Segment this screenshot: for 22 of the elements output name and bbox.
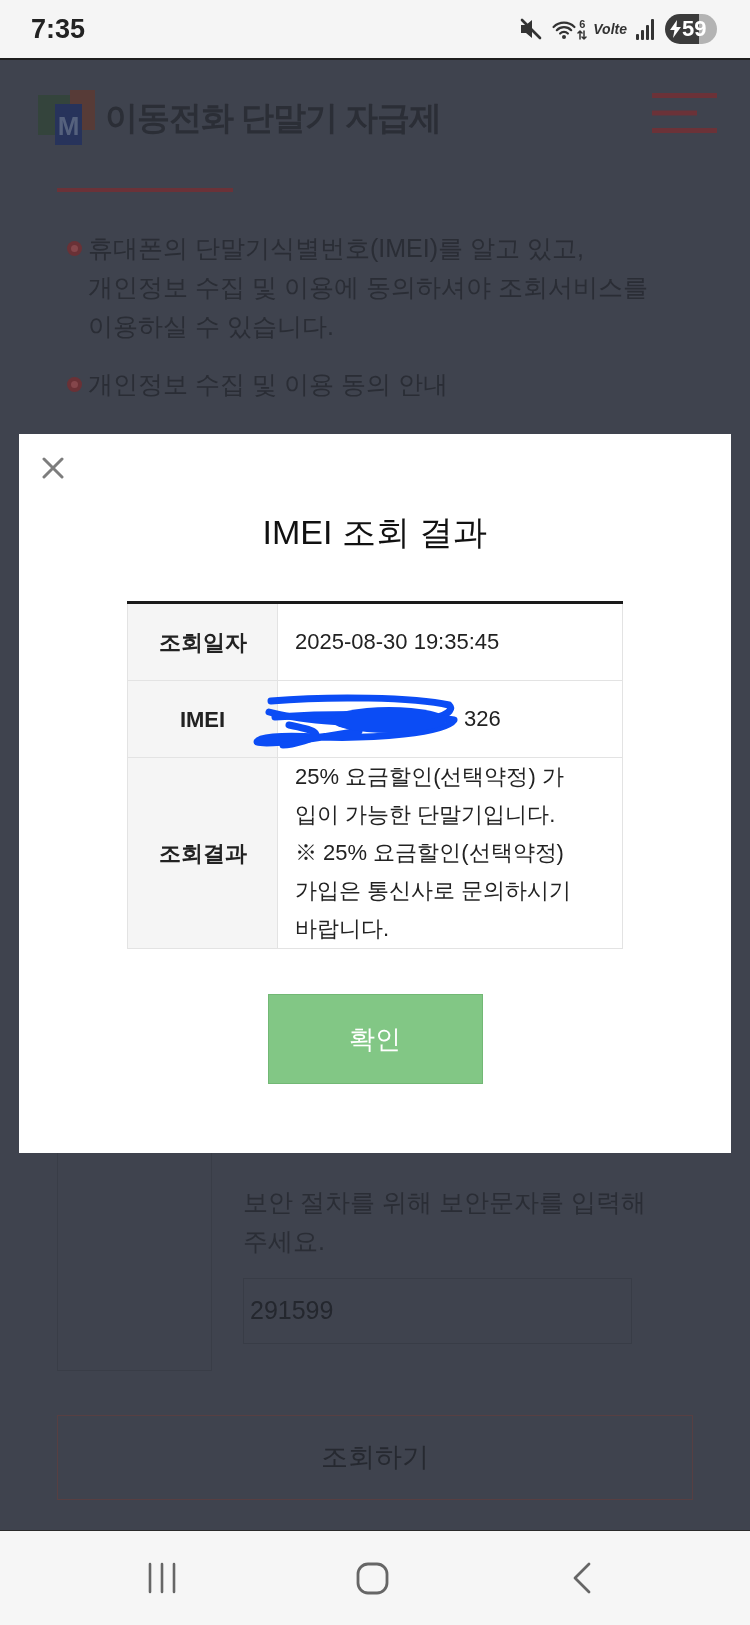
- close-icon[interactable]: [42, 457, 64, 479]
- bullet-icon: [67, 377, 82, 392]
- home-icon[interactable]: [355, 1561, 389, 1595]
- wifi-icon: [552, 19, 577, 40]
- table-cell-text: 25% 요금할인(선택약정) 가입이 가능한 단말기입니다. ※ 25% 요금할인(선택약정) 가입은 통신사로 문의하시기 바랍니다.: [295, 763, 573, 943]
- dialog-title: IMEI 조회 결과: [262, 512, 488, 552]
- recent-apps-icon[interactable]: [147, 1562, 177, 1594]
- mute-icon: [519, 18, 544, 40]
- signal-icon: [635, 18, 655, 40]
- table-cell-text: 326: [464, 705, 501, 733]
- row-header-cell: 조회일자: [128, 604, 278, 680]
- back-icon[interactable]: [572, 1562, 592, 1594]
- confirm-button[interactable]: 확인: [267, 994, 483, 1084]
- status-time: 7:35: [31, 15, 86, 43]
- charging-bolt-icon: [670, 20, 681, 38]
- network-label: Volte: [593, 22, 627, 36]
- wifi-standard-label: 6: [579, 18, 586, 30]
- row-header-cell: 조회결과: [128, 758, 278, 948]
- table-cell-text: 2025-08-30 19:35:45: [295, 628, 500, 656]
- row-header-cell: IMEI: [128, 681, 278, 757]
- bullet-icon: [67, 241, 82, 256]
- data-arrows-icon: [577, 29, 588, 40]
